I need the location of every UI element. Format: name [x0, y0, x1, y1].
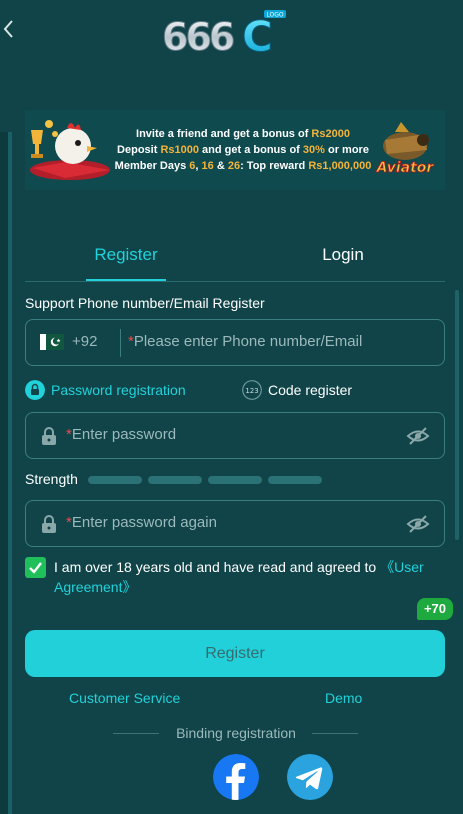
banner-line2-a: Deposit	[117, 144, 161, 156]
lock-icon	[42, 427, 56, 445]
back-button[interactable]	[2, 18, 18, 42]
left-edge-line	[8, 132, 12, 814]
code-register-label: Code register	[268, 382, 353, 398]
banner-line3-c: &	[213, 160, 228, 172]
phone-email-field[interactable]: +92 *Please enter Phone number/Email	[25, 319, 445, 366]
code-icon-text: 123	[245, 387, 258, 395]
strength-bar	[268, 476, 322, 484]
agreement-text: I am over 18 years old and have read and…	[54, 557, 449, 597]
banner-line2-b: and get a bonus of	[199, 144, 303, 156]
register-button[interactable]: Register	[25, 630, 445, 677]
auth-tabs: Register Login	[25, 238, 445, 281]
lock-icon	[25, 380, 45, 400]
demo-link[interactable]: Demo	[325, 690, 362, 706]
password-placeholder-text: Enter password	[71, 426, 177, 443]
svg-text:C: C	[242, 12, 273, 58]
banner-deposit-amount: Rs1000	[160, 144, 199, 156]
password-field[interactable]: *Enter password	[25, 412, 445, 459]
confirm-password-field[interactable]: *Enter password again	[25, 500, 445, 547]
banner-invite-bonus: Rs2000	[311, 128, 350, 140]
support-register-label: Support Phone number/Email Register	[25, 295, 265, 311]
banner-line3-d: : Top reward	[240, 160, 309, 172]
site-logo: 666 C LOGO	[160, 8, 290, 62]
customer-service-link[interactable]: Customer Service	[69, 690, 180, 706]
banner-day-3: 26	[227, 160, 241, 172]
code-123-icon: 123	[242, 380, 262, 400]
country-code[interactable]: +92	[72, 333, 97, 350]
divider-line	[113, 733, 159, 734]
lock-icon	[42, 515, 56, 533]
banner-line2-c: or more	[324, 144, 369, 156]
banner-text: Invite a friend and get a bonus of Rs200…	[93, 126, 393, 174]
bonus-badge: +70	[417, 598, 453, 620]
field-divider	[120, 329, 121, 357]
password-registration-label: Password registration	[51, 382, 186, 398]
tab-register[interactable]: Register	[87, 238, 165, 280]
confirm-password-placeholder: *Enter password again	[66, 514, 217, 531]
banner-deposit-pct: 30%	[302, 144, 325, 156]
facebook-icon[interactable]	[213, 754, 259, 800]
password-placeholder: *Enter password	[66, 426, 176, 443]
divider-line	[312, 733, 358, 734]
strength-bar	[208, 476, 262, 484]
eye-off-icon[interactable]	[406, 426, 430, 446]
banner-day-2: 16	[201, 160, 214, 172]
banner-line3-a: Member Days	[114, 160, 190, 172]
agree-checkbox[interactable]	[25, 557, 46, 578]
phone-email-placeholder: *Please enter Phone number/Email	[128, 333, 362, 350]
tab-login[interactable]: Login	[303, 238, 383, 280]
promo-banner[interactable]: Invite a friend and get a bonus of Rs200…	[25, 110, 445, 190]
checkmark-icon	[29, 562, 42, 574]
scrollbar[interactable]	[455, 290, 459, 540]
strength-label: Strength	[25, 471, 78, 487]
banner-line1: Invite a friend and get a bonus of	[136, 128, 312, 140]
aviator-game-icon: Aviator	[375, 122, 435, 176]
strength-bar	[148, 476, 202, 484]
confirm-password-placeholder-text: Enter password again	[71, 514, 217, 531]
password-registration-option[interactable]: Password registration	[25, 380, 205, 400]
strength-bar	[88, 476, 142, 484]
aviator-label: Aviator	[376, 160, 435, 176]
banner-top-reward: Rs1,000,000	[308, 160, 372, 172]
pakistan-flag-icon	[40, 334, 64, 350]
telegram-icon[interactable]	[287, 754, 333, 800]
eye-off-icon[interactable]	[406, 514, 430, 534]
logo-tag: LOGO	[266, 12, 284, 19]
tabs-divider	[25, 281, 445, 282]
chevron-left-icon	[3, 20, 13, 38]
agreement-label: I am over 18 years old and have read and…	[54, 559, 381, 575]
user-agreement-link-end[interactable]: Agreement》	[54, 579, 136, 595]
binding-registration-label: Binding registration	[176, 725, 296, 741]
user-agreement-link[interactable]: 《User	[380, 559, 424, 575]
code-register-option[interactable]: 123 Code register	[242, 380, 372, 400]
phone-email-placeholder-text: Please enter Phone number/Email	[133, 333, 363, 350]
svg-text:666: 666	[162, 15, 234, 58]
